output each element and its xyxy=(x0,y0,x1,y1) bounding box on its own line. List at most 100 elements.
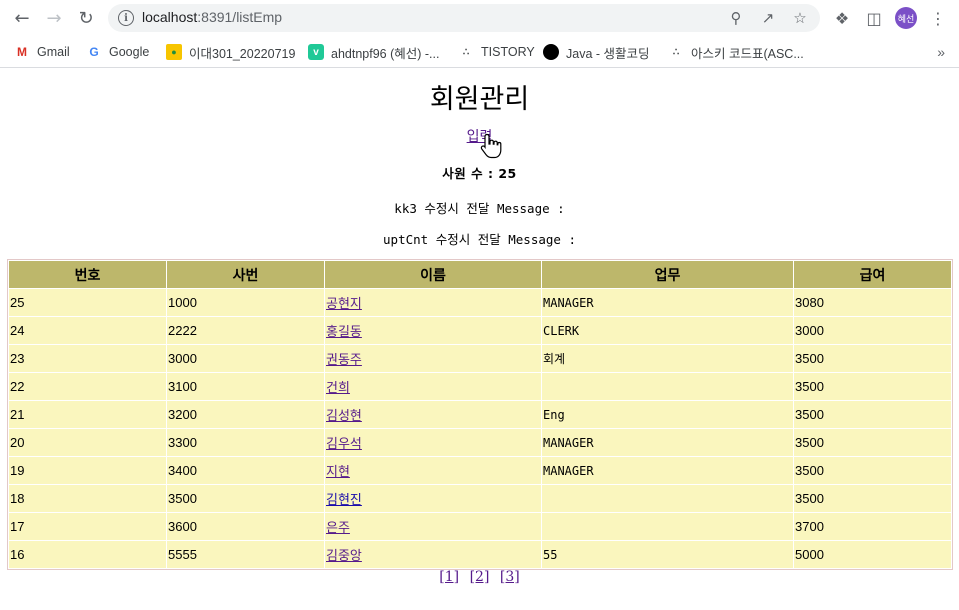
cell-empno: 3100 xyxy=(167,373,324,400)
cell-sal: 3500 xyxy=(794,401,951,428)
header-sal: 급여 xyxy=(794,261,951,288)
cell-sal: 3700 xyxy=(794,513,951,540)
bookmark-google[interactable]: G Google xyxy=(86,42,149,62)
employee-table-wrapper: 번호 사번 이름 업무 급여 25 1000 공현지 MANAGER 3080 24 222… xyxy=(7,259,953,570)
tistory-icon: ∴ xyxy=(462,46,470,58)
cell-name: 은주 xyxy=(325,513,541,540)
url-text: localhost:8391/listEmp xyxy=(142,9,283,25)
header-empno: 사번 xyxy=(167,261,324,288)
bookmarks-overflow-icon[interactable]: » xyxy=(937,44,945,60)
page-link-3[interactable]: [3] xyxy=(500,569,520,585)
share-icon[interactable]: ↗ xyxy=(758,8,778,28)
forward-arrow-icon[interactable]: → xyxy=(42,6,66,30)
cell-name: 김현진 xyxy=(325,485,541,512)
cell-job: CLERK xyxy=(542,317,793,344)
employee-count: 사원 수 : 25 xyxy=(442,166,517,181)
bookmark-java[interactable]: Java - 생활코딩 xyxy=(543,42,650,62)
cell-no: 17 xyxy=(9,513,166,540)
cell-job: Eng xyxy=(542,401,793,428)
cell-sal: 3000 xyxy=(794,317,951,344)
cell-empno: 2222 xyxy=(167,317,324,344)
tistory-icon: ∴ xyxy=(672,46,680,58)
page-link-1[interactable]: [1] xyxy=(439,569,459,585)
table-row: 16 5555 김중앙 55 5000 xyxy=(9,541,951,568)
gmail-icon: M xyxy=(17,45,27,59)
cell-empno: 1000 xyxy=(167,289,324,316)
address-bar[interactable]: i localhost:8391/listEmp ⚲ ↗ ☆ xyxy=(108,4,820,32)
cell-no: 16 xyxy=(9,541,166,568)
employee-name-link[interactable]: 김성현 xyxy=(326,409,362,424)
cell-sal: 3500 xyxy=(794,457,951,484)
back-arrow-icon[interactable]: ← xyxy=(10,6,34,30)
employee-name-link[interactable]: 김우석 xyxy=(326,437,362,452)
cell-sal: 5000 xyxy=(794,541,951,568)
hand-cursor-icon xyxy=(480,133,502,159)
cell-name: 김우석 xyxy=(325,429,541,456)
employee-name-link[interactable]: 은주 xyxy=(326,521,350,536)
bookmark-velog[interactable]: v ahdtnpf96 (혜선) -... xyxy=(308,42,439,62)
employee-name-link[interactable]: 건희 xyxy=(326,381,350,396)
google-icon: G xyxy=(89,45,99,59)
employee-name-link[interactable]: 권동주 xyxy=(326,353,362,368)
site-info-icon[interactable]: i xyxy=(118,10,134,26)
menu-kebab-icon[interactable]: ⋮ xyxy=(926,6,950,30)
cell-no: 19 xyxy=(9,457,166,484)
employee-name-link[interactable]: 공현지 xyxy=(326,297,362,312)
cell-no: 21 xyxy=(9,401,166,428)
cell-empno: 3200 xyxy=(167,401,324,428)
kk3-message: kk3 수정시 전달 Message : xyxy=(394,201,565,216)
browser-toolbar: ← → ↻ i localhost:8391/listEmp ⚲ ↗ ☆ ❖ ◫… xyxy=(0,0,959,36)
cell-name: 건희 xyxy=(325,373,541,400)
cell-sal: 3500 xyxy=(794,373,951,400)
header-no: 번호 xyxy=(9,261,166,288)
bookmarks-bar: M Gmail G Google ● 이대301_20220719 v ahdt… xyxy=(0,36,959,68)
cell-name: 지현 xyxy=(325,457,541,484)
table-row: 25 1000 공현지 MANAGER 3080 xyxy=(9,289,951,316)
table-row: 19 3400 지현 MANAGER 3500 xyxy=(9,457,951,484)
uptcnt-message: uptCnt 수정시 전달 Message : xyxy=(383,232,576,247)
reload-icon[interactable]: ↻ xyxy=(74,6,98,30)
cell-job: 회계 xyxy=(542,345,793,372)
bookmark-classroom[interactable]: ● 이대301_20220719 xyxy=(166,42,295,62)
cell-sal: 3080 xyxy=(794,289,951,316)
page-link-2[interactable]: [2] xyxy=(470,569,490,585)
table-row: 17 3600 은주 3700 xyxy=(9,513,951,540)
cell-no: 25 xyxy=(9,289,166,316)
cell-job xyxy=(542,485,793,512)
header-job: 업무 xyxy=(542,261,793,288)
cell-job xyxy=(542,373,793,400)
page-title: 회원관리 xyxy=(429,84,530,115)
page-content: 회원관리 입력 사원 수 : 25 kk3 수정시 전달 Message : u… xyxy=(0,69,959,610)
cell-empno: 3000 xyxy=(167,345,324,372)
employee-name-link[interactable]: 지현 xyxy=(326,465,350,480)
employee-name-link[interactable]: 김현진 xyxy=(326,493,362,508)
bookmark-tistory[interactable]: ∴ TISTORY xyxy=(458,42,535,62)
cell-job: MANAGER xyxy=(542,429,793,456)
velog-icon: v xyxy=(308,44,324,60)
cell-sal: 3500 xyxy=(794,345,951,372)
cell-name: 권동주 xyxy=(325,345,541,372)
employee-name-link[interactable]: 김중앙 xyxy=(326,549,362,564)
cell-no: 20 xyxy=(9,429,166,456)
cell-empno: 3500 xyxy=(167,485,324,512)
side-panel-icon[interactable]: ◫ xyxy=(862,6,886,30)
zoom-icon[interactable]: ⚲ xyxy=(726,8,746,28)
bookmark-star-icon[interactable]: ☆ xyxy=(790,8,810,28)
cell-empno: 3300 xyxy=(167,429,324,456)
bookmark-gmail[interactable]: M Gmail xyxy=(14,42,70,62)
cell-no: 23 xyxy=(9,345,166,372)
table-row: 23 3000 권동주 회계 3500 xyxy=(9,345,951,372)
cell-no: 24 xyxy=(9,317,166,344)
cell-name: 공현지 xyxy=(325,289,541,316)
cell-name: 김성현 xyxy=(325,401,541,428)
table-row: 24 2222 홍길동 CLERK 3000 xyxy=(9,317,951,344)
employee-name-link[interactable]: 홍길동 xyxy=(326,325,362,340)
cell-job xyxy=(542,513,793,540)
cell-sal: 3500 xyxy=(794,429,951,456)
cell-sal: 3500 xyxy=(794,485,951,512)
profile-avatar[interactable]: 혜선 xyxy=(895,7,917,29)
table-row: 22 3100 건희 3500 xyxy=(9,373,951,400)
bookmark-ascii[interactable]: ∴ 아스키 코드표(ASC... xyxy=(668,42,804,62)
extensions-icon[interactable]: ❖ xyxy=(830,6,854,30)
circle-icon xyxy=(543,44,559,60)
